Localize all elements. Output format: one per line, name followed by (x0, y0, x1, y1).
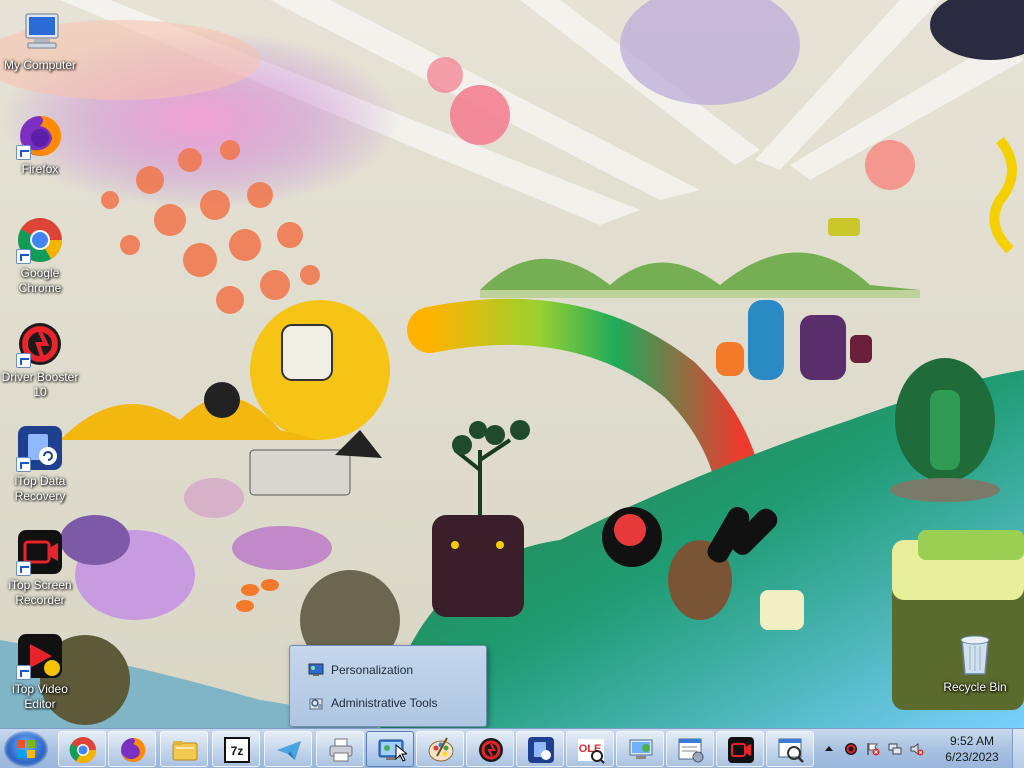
driver-booster-icon (479, 738, 503, 762)
taskbar-button-chrome[interactable] (58, 731, 106, 767)
firefox-icon (16, 112, 64, 160)
desktop-icon-label: iTop Video Editor (12, 682, 68, 711)
taskbar-button-remote-desktop[interactable] (616, 731, 664, 767)
paper-plane-icon (277, 741, 301, 760)
ole-viewer-icon: OLE (578, 739, 605, 764)
taskbar-button-firefox[interactable] (108, 731, 156, 767)
7zip-icon: 7z (224, 737, 250, 763)
taskbar-button-itop-data-recovery[interactable] (516, 731, 564, 767)
show-hidden-icons-chevron-icon[interactable] (822, 742, 836, 756)
taskbar-button-telegram[interactable] (264, 731, 312, 767)
jump-list-label: Personalization (331, 663, 414, 677)
show-desktop-button[interactable] (1012, 729, 1024, 768)
shortcut-arrow-icon (16, 457, 31, 472)
desktop-icon-recycle-bin[interactable]: Recycle Bin (935, 630, 1015, 695)
jump-list-item-administrative-tools[interactable]: Administrative Tools (308, 692, 478, 714)
clock-time: 9:52 AM (949, 734, 995, 748)
desktop-icon-itop-screen-recorder[interactable]: iTop Screen Recorder (0, 528, 80, 608)
shortcut-arrow-icon (16, 145, 31, 160)
desktop-icon-itop-data-recovery[interactable]: iTop Data Recovery (0, 424, 80, 504)
taskbar-button-driver-booster[interactable] (466, 731, 514, 767)
shortcut-arrow-icon (16, 249, 31, 264)
desktop-icon-label: Driver Booster 10 (1, 370, 79, 399)
jump-list-item-personalization[interactable]: Personalization (308, 659, 478, 681)
video-editor-icon (16, 632, 64, 680)
computer-icon (16, 8, 64, 56)
desktop-icon-label: Recycle Bin (943, 680, 1007, 694)
magnifier-window-icon (778, 738, 804, 763)
desktop-wallpaper (0, 0, 1024, 728)
desktop-icon-my-computer[interactable]: My Computer (0, 8, 80, 73)
driver-booster-icon (16, 320, 64, 368)
desktop-icon-label: Firefox (21, 162, 59, 176)
taskbar-button-explorer[interactable] (160, 731, 208, 767)
screen-recorder-icon (728, 737, 754, 763)
desktop-icon-firefox[interactable]: Firefox (0, 112, 80, 177)
desktop-icon-label: Google Chrome (18, 266, 62, 295)
taskbar-jump-list: Personalization Administrative Tools (289, 645, 487, 727)
taskbar-button-system-config[interactable] (666, 731, 714, 767)
taskbar-button-7zip[interactable]: 7z (212, 731, 260, 767)
admin-tools-icon (308, 695, 324, 711)
mouse-cursor-icon (395, 744, 407, 762)
start-button[interactable] (4, 731, 48, 767)
personalization-icon (308, 662, 324, 678)
taskbar-button-control-panel[interactable] (366, 731, 414, 767)
action-center-flag-icon[interactable] (866, 742, 880, 756)
shortcut-arrow-icon (16, 665, 31, 680)
firefox-icon (121, 737, 146, 762)
chrome-icon (16, 216, 64, 264)
shortcut-arrow-icon (16, 561, 31, 576)
taskbar-button-ole-viewer[interactable]: OLE (566, 731, 614, 767)
clock-date: 6/23/2023 (945, 750, 999, 764)
taskbar-button-printer[interactable] (316, 731, 364, 767)
jump-list-label: Administrative Tools (331, 696, 438, 710)
network-icon[interactable] (888, 742, 902, 756)
volume-muted-icon[interactable] (910, 742, 924, 756)
system-config-icon (678, 738, 704, 763)
recycle-bin-icon (951, 630, 999, 678)
remote-desktop-icon (629, 739, 653, 759)
taskbar-button-screen-recorder[interactable] (716, 731, 764, 767)
desktop-icon-label: iTop Data Recovery (14, 474, 66, 503)
taskbar: 7z OLE 9:52 AM 6/23/2023 (0, 728, 1024, 768)
taskbar-button-magnifier-tool[interactable] (766, 731, 814, 767)
shortcut-arrow-icon (16, 353, 31, 368)
desktop-icon-label: iTop Screen Recorder (8, 578, 72, 607)
svg-text:OLE: OLE (579, 743, 602, 755)
taskbar-clock[interactable]: 9:52 AM 6/23/2023 (932, 733, 1012, 765)
folder-icon (172, 741, 198, 761)
windows-logo-icon (17, 740, 35, 758)
desktop-icon-google-chrome[interactable]: Google Chrome (0, 216, 80, 296)
svg-text:7z: 7z (231, 744, 244, 758)
screen-recorder-icon (16, 528, 64, 576)
data-recovery-icon (16, 424, 64, 472)
data-recovery-icon (528, 737, 554, 763)
driver-booster-tray-icon[interactable] (844, 742, 858, 756)
paint-palette-icon (428, 737, 454, 762)
desktop-icon-driver-booster[interactable]: Driver Booster 10 (0, 320, 80, 400)
desktop-icon-itop-video-editor[interactable]: iTop Video Editor (0, 632, 80, 712)
printer-icon (329, 738, 353, 762)
desktop-icon-label: My Computer (3, 58, 77, 72)
chrome-icon (69, 737, 97, 764)
taskbar-button-paint[interactable] (416, 731, 464, 767)
